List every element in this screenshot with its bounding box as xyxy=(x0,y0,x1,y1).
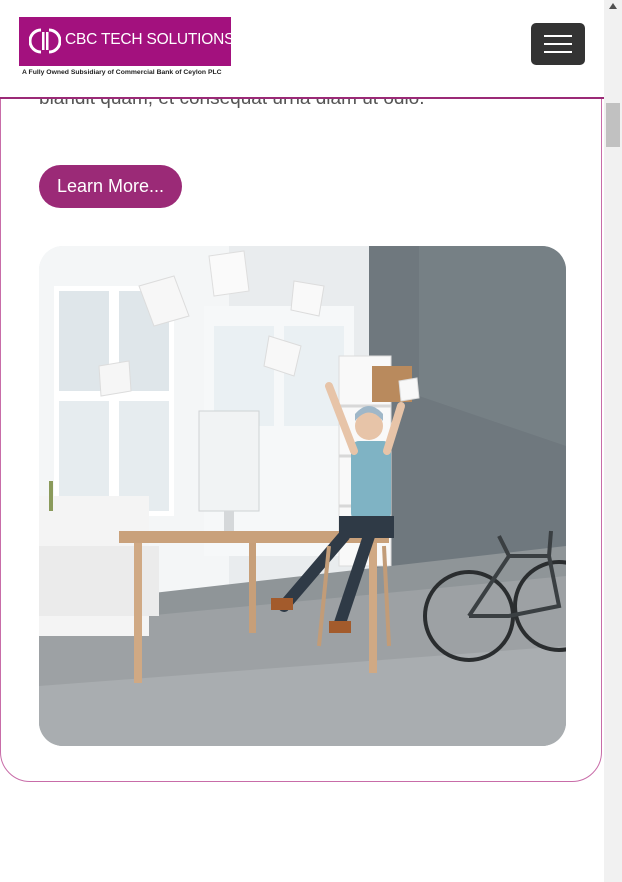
site-header: CBC TECH SOLUTIONS A Fully Owned Subsidi… xyxy=(0,0,604,99)
company-logo[interactable]: CBC TECH SOLUTIONS A Fully Owned Subsidi… xyxy=(19,17,235,80)
learn-more-button[interactable]: Learn More... xyxy=(39,165,182,208)
photo-illustration xyxy=(39,246,566,746)
hamburger-menu-button[interactable] xyxy=(531,23,585,65)
hero-photo xyxy=(39,246,566,746)
hamburger-menu-icon-bar xyxy=(544,43,572,45)
hamburger-menu-icon-bar xyxy=(544,51,572,53)
logo-band: CBC TECH SOLUTIONS xyxy=(19,17,235,66)
hamburger-menu-icon xyxy=(544,35,572,37)
logo-tagline: A Fully Owned Subsidiary of Commercial B… xyxy=(22,69,222,76)
logo-name: CBC TECH SOLUTIONS xyxy=(65,31,235,48)
scrollbar-thumb[interactable] xyxy=(606,103,620,147)
logo-mark-icon xyxy=(29,28,61,54)
page: blandit quam, et consequat urna diam ut … xyxy=(0,0,622,882)
scroll-up-arrow-icon[interactable] xyxy=(609,3,617,9)
page-scrollbar[interactable] xyxy=(604,0,622,882)
